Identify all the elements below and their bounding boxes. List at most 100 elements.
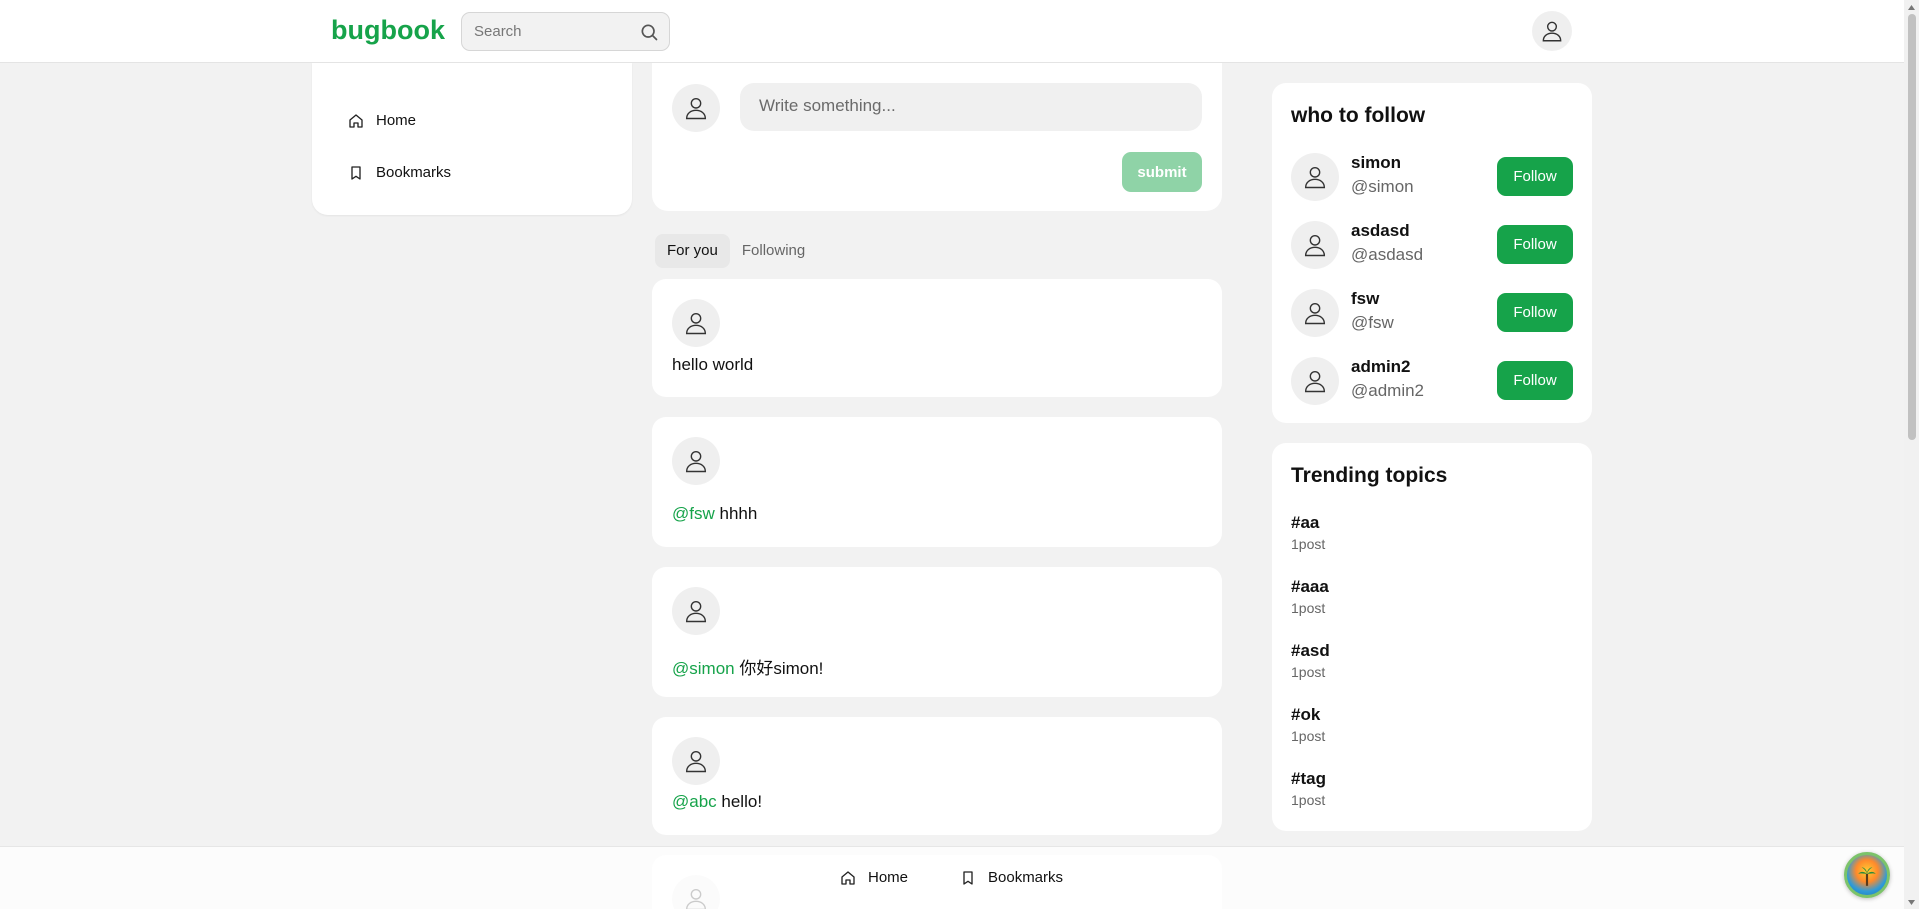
- follow-button[interactable]: Follow: [1497, 361, 1573, 400]
- caret-up-icon: [1908, 4, 1915, 10]
- user-icon: [685, 97, 707, 120]
- feed-tabs: For you Following: [655, 234, 817, 268]
- user-icon: [685, 750, 707, 773]
- bottom-navbar: Home Bookmarks: [0, 846, 1904, 909]
- mention-link[interactable]: @fsw: [672, 504, 715, 523]
- sidebar-item-home[interactable]: Home: [348, 112, 416, 129]
- home-icon: [841, 870, 855, 885]
- user-handle: @simon: [1351, 177, 1414, 196]
- topic-count: 1post: [1291, 600, 1326, 616]
- post-text: hello world: [672, 355, 753, 375]
- avatar[interactable]: [672, 437, 720, 485]
- avatar[interactable]: [672, 84, 720, 132]
- user-icon: [685, 312, 707, 335]
- user-name[interactable]: asdasd: [1351, 221, 1410, 241]
- tab-for-you[interactable]: For you: [655, 234, 730, 268]
- post-body: 你好simon!: [734, 659, 824, 678]
- follow-button[interactable]: Follow: [1497, 293, 1573, 332]
- scroll-up-arrow[interactable]: [1904, 0, 1919, 14]
- topic-tag[interactable]: #tag: [1291, 769, 1326, 789]
- user-icon: [685, 450, 707, 473]
- sidebar-item-bookmarks[interactable]: Bookmarks: [348, 164, 451, 181]
- topic-count: 1post: [1291, 728, 1326, 744]
- avatar[interactable]: [1291, 221, 1339, 269]
- post-card[interactable]: @abc hello!: [652, 717, 1222, 835]
- post-text: @fsw hhhh: [672, 504, 757, 524]
- trending-topic[interactable]: #aaa 1post: [1291, 577, 1329, 616]
- user-icon: [685, 600, 707, 623]
- palm-tree-icon: [1858, 867, 1876, 886]
- tab-following[interactable]: Following: [730, 234, 817, 268]
- floating-assistant-button[interactable]: [1844, 852, 1890, 898]
- follow-button[interactable]: Follow: [1497, 225, 1573, 264]
- post-card[interactable]: @simon 你好simon!: [652, 567, 1222, 697]
- scrollbar-thumb[interactable]: [1908, 14, 1916, 440]
- follow-suggestion: simon @simon Follow: [1291, 153, 1573, 201]
- topic-count: 1post: [1291, 792, 1326, 808]
- topic-count: 1post: [1291, 664, 1326, 680]
- user-handle: @admin2: [1351, 381, 1425, 400]
- user-name[interactable]: admin2: [1351, 357, 1411, 377]
- bookmark-icon: [351, 165, 361, 180]
- card-title: who to follow: [1291, 104, 1426, 127]
- topic-count: 1post: [1291, 536, 1326, 552]
- avatar[interactable]: [672, 587, 720, 635]
- post-card[interactable]: @fsw hhhh: [652, 417, 1222, 547]
- post-body: hhhh: [714, 504, 758, 523]
- avatar[interactable]: [1291, 153, 1339, 201]
- post-input[interactable]: [740, 83, 1202, 131]
- post-card[interactable]: hello world: [652, 279, 1222, 397]
- topic-tag[interactable]: #aaa: [1291, 577, 1329, 597]
- avatar[interactable]: [672, 299, 720, 347]
- sidebar-item-label: Bookmarks: [376, 164, 452, 181]
- search-input[interactable]: [474, 13, 634, 50]
- trending-topics-card: Trending topics #aa 1post #aaa 1post #as…: [1272, 443, 1592, 831]
- follow-suggestion: asdasd @asdasd Follow: [1291, 221, 1573, 269]
- user-icon: [1304, 302, 1326, 325]
- user-menu-avatar[interactable]: [1532, 11, 1572, 51]
- sidebar-item-label: Home: [376, 112, 417, 129]
- user-name[interactable]: fsw: [1351, 289, 1379, 309]
- submit-button[interactable]: submit: [1122, 152, 1202, 192]
- bottom-nav-home[interactable]: Home: [840, 869, 908, 886]
- avatar[interactable]: [1291, 357, 1339, 405]
- trending-topic[interactable]: #aa 1post: [1291, 513, 1325, 552]
- follow-suggestion: fsw @fsw Follow: [1291, 289, 1573, 337]
- top-navbar: bugbook: [0, 0, 1904, 63]
- user-icon: [1304, 166, 1326, 189]
- topic-tag[interactable]: #aa: [1291, 513, 1325, 533]
- logo[interactable]: bugbook: [331, 15, 445, 46]
- trending-topic[interactable]: #tag 1post: [1291, 769, 1326, 808]
- sidebar-nav: Home Bookmarks: [312, 63, 632, 215]
- topic-tag[interactable]: #ok: [1291, 705, 1325, 725]
- bookmark-icon: [963, 870, 973, 885]
- user-name[interactable]: simon: [1351, 153, 1401, 173]
- bottom-nav-label: Home: [868, 869, 909, 886]
- card-title: Trending topics: [1291, 464, 1448, 487]
- user-icon: [1304, 234, 1326, 257]
- search-icon[interactable]: [639, 22, 659, 42]
- trending-topic[interactable]: #asd 1post: [1291, 641, 1330, 680]
- who-to-follow-card: who to follow simon @simon Follow asdasd…: [1272, 83, 1592, 423]
- user-handle: @asdasd: [1351, 245, 1424, 264]
- avatar[interactable]: [1291, 289, 1339, 337]
- follow-button[interactable]: Follow: [1497, 157, 1573, 196]
- mention-link[interactable]: @abc: [672, 792, 717, 811]
- post-composer: submit: [652, 63, 1222, 211]
- trending-topic[interactable]: #ok 1post: [1291, 705, 1325, 744]
- scroll-down-arrow[interactable]: [1904, 895, 1919, 909]
- search-box[interactable]: [461, 12, 670, 51]
- bottom-nav-bookmarks[interactable]: Bookmarks: [960, 869, 1063, 886]
- caret-down-icon: [1908, 899, 1915, 905]
- page-scrollbar[interactable]: [1904, 0, 1919, 909]
- avatar[interactable]: [672, 737, 720, 785]
- user-handle: @fsw: [1351, 313, 1394, 332]
- home-icon: [349, 113, 363, 128]
- post-text: @simon 你好simon!: [672, 654, 823, 679]
- mention-link[interactable]: @simon: [672, 659, 735, 678]
- post-text: @abc hello!: [672, 792, 762, 812]
- user-icon: [1304, 370, 1326, 393]
- topic-tag[interactable]: #asd: [1291, 641, 1330, 661]
- post-body: hello!: [716, 792, 763, 811]
- post-body: hello world: [672, 355, 754, 374]
